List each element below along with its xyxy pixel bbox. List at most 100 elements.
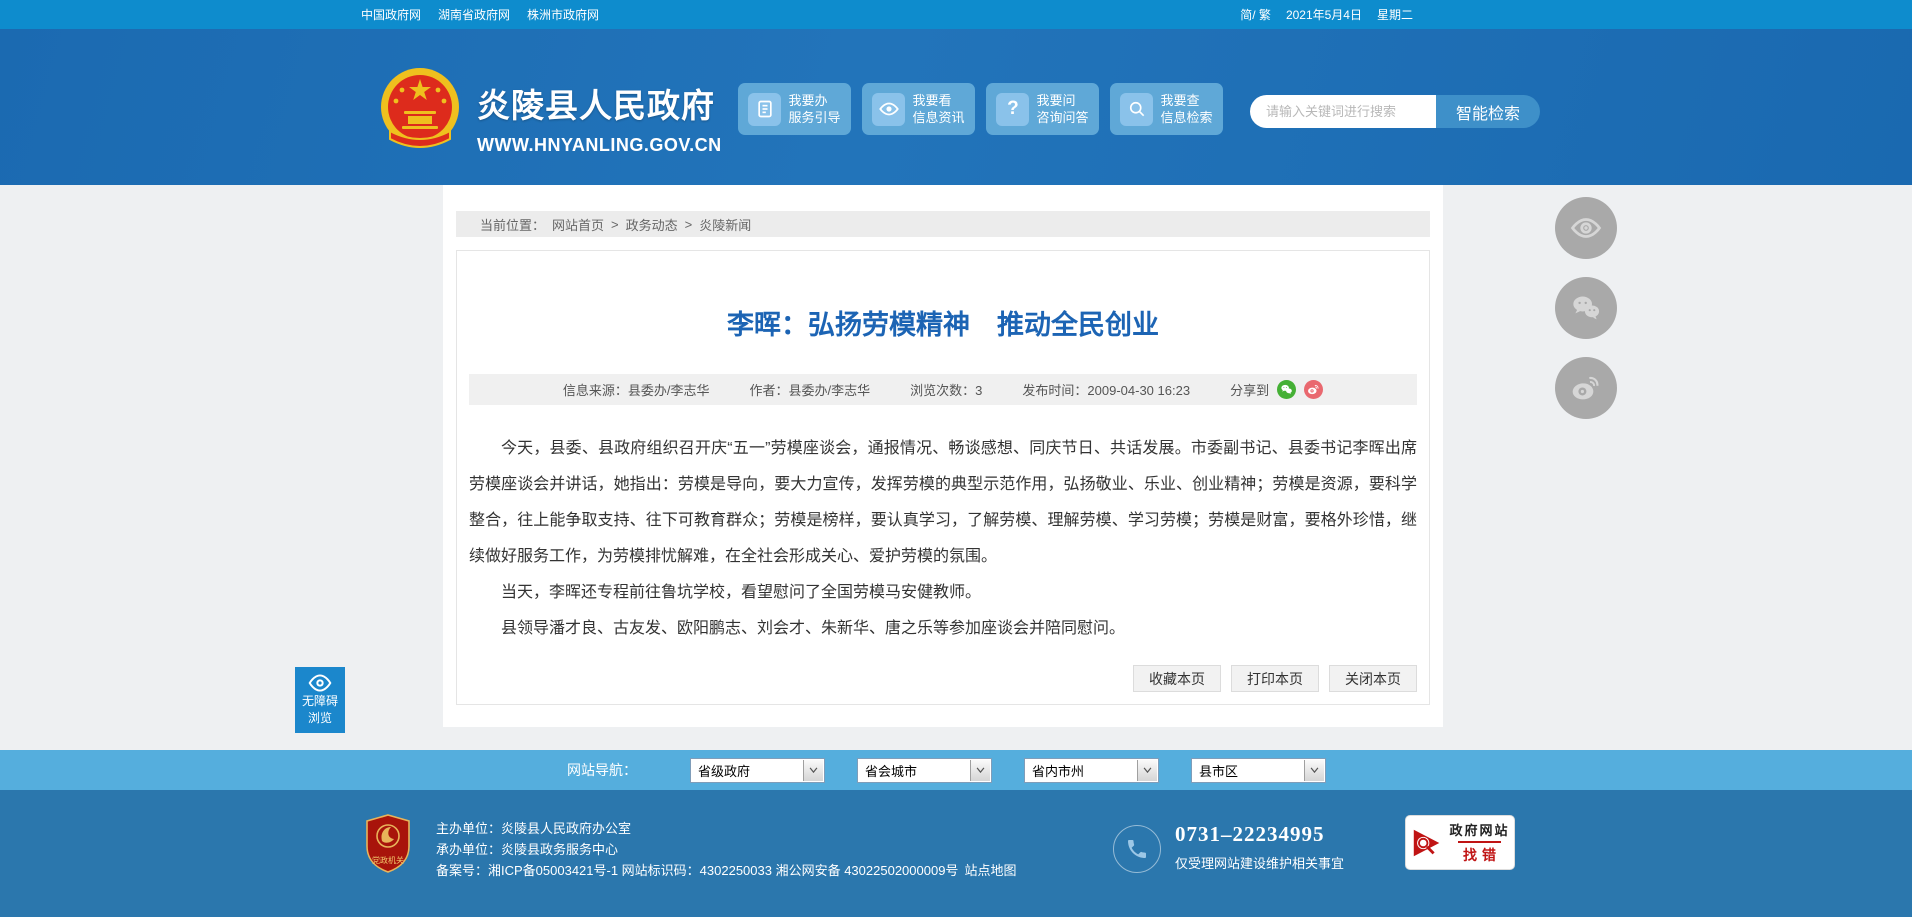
party-gov-badge-icon[interactable]: 党政机关	[365, 814, 411, 874]
current-date: 2021年5月4日	[1285, 8, 1362, 22]
footer-icp: 备案号：湘ICP备05003421号-1 网站标识码：4302250033 湘公…	[436, 863, 959, 878]
footer-icp-line: 备案号：湘ICP备05003421号-1 网站标识码：4302250033 湘公…	[436, 860, 1016, 881]
side-float-buttons	[1555, 197, 1617, 419]
phone-icon	[1113, 825, 1161, 873]
search-icon	[1120, 92, 1154, 126]
meta-source: 信息来源：县委办/李志华	[562, 383, 710, 398]
service-label: 我要办 服务引导	[788, 93, 841, 125]
error-badge-line1: 政府网站	[1449, 823, 1510, 838]
article-title: 李晖：弘扬劳模精神 推动全民创业	[727, 310, 1159, 340]
meta-pubtime: 发布时间：2009-04-30 16:23	[1022, 383, 1191, 398]
link-china-gov[interactable]: 中国政府网	[361, 6, 421, 23]
eye-icon	[872, 92, 906, 126]
meta-author: 作者：县委办/李志华	[749, 383, 871, 398]
service-label: 我要问 咨询问答	[1036, 93, 1089, 125]
select-county-districts[interactable]: 县市区	[1191, 757, 1326, 783]
footer-organizer: 承办单位：炎陵县政务服务中心	[436, 842, 619, 857]
accessibility-eye-float-button[interactable]	[1555, 197, 1617, 259]
national-emblem-icon	[381, 68, 459, 148]
share-label: 分享到	[1230, 383, 1270, 398]
main-area: 当前位置： 网站首页 > 政务动态 > 炎陵新闻 李晖：弘扬劳模精神 推动全民创…	[0, 185, 1912, 750]
footer-phone-block: 0731–22234995 仅受理网站建设维护相关事宜	[1113, 822, 1344, 873]
breadcrumb-home[interactable]: 网站首页	[552, 215, 604, 234]
question-icon: ?	[996, 92, 1030, 126]
document-icon	[748, 92, 782, 126]
select-value: 县市区	[1199, 763, 1239, 779]
paragraph: 当天，李晖还专程前往鲁坑学校，看望慰问了全国劳模马安健教师。	[501, 584, 982, 601]
search-bar: 智能检索	[1250, 95, 1540, 128]
breadcrumb-separator: >	[684, 216, 693, 232]
smart-search-button[interactable]: 智能检索	[1436, 95, 1540, 128]
wechat-icon	[1573, 296, 1600, 320]
wechat-float-button[interactable]	[1555, 277, 1617, 339]
breadcrumb-news[interactable]: 炎陵新闻	[699, 215, 751, 234]
phone-note: 仅受理网站建设维护相关事宜	[1175, 856, 1345, 871]
footer-nav: 网站导航： 省级政府 省会城市 省内市州 县市区	[0, 750, 1912, 790]
chevron-down-icon	[970, 759, 990, 781]
footer-lines: 主办单位：炎陵县人民政府办公室 承办单位：炎陵县政务服务中心 备案号：湘ICP备…	[436, 814, 1016, 881]
site-logo[interactable]: 炎陵县人民政府 WWW.HNYANLING.GOV.CN	[375, 65, 722, 157]
service-button-kan[interactable]: 我要看 信息资讯	[862, 83, 975, 135]
link-hunan-gov[interactable]: 湖南省政府网	[438, 6, 510, 23]
chevron-down-icon	[803, 759, 823, 781]
service-button-banshi[interactable]: 我要办 服务引导	[738, 83, 851, 135]
service-button-wen[interactable]: ? 我要问 咨询问答	[986, 83, 1099, 135]
sitemap-link[interactable]: 站点地图	[964, 863, 1016, 878]
select-capital-cities[interactable]: 省会城市	[857, 757, 992, 783]
paragraph: 县领导潘才良、古友发、欧阳鹏志、刘会才、朱新华、唐之乐等参加座谈会并陪同慰问。	[501, 620, 1126, 637]
lang-toggle[interactable]: 简/ 繁	[1240, 6, 1271, 23]
badge-label: 党政机关	[372, 855, 404, 865]
wechat-share-icon[interactable]	[1277, 380, 1297, 399]
select-provincial-gov[interactable]: 省级政府	[690, 757, 825, 783]
topbar-right: 简/ 繁 2021年5月4日 星期二	[1240, 6, 1413, 23]
weibo-icon	[1572, 376, 1599, 400]
article-meta-bar: 信息来源：县委办/李志华 作者：县委办/李志华 浏览次数：3 发布时间：2009…	[469, 374, 1417, 405]
print-page-button[interactable]: 打印本页	[1231, 665, 1319, 692]
article-body: 今天，县委、县政府组织召开庆“五一”劳模座谈会，通报情况、畅谈感想、同庆节日、共…	[469, 431, 1417, 647]
bookmark-page-button[interactable]: 收藏本页	[1133, 665, 1221, 692]
breadcrumb-label: 当前位置：	[480, 217, 546, 233]
meta-views: 浏览次数：3	[910, 383, 983, 398]
breadcrumb-separator: >	[611, 216, 619, 232]
chevron-down-icon	[1137, 759, 1157, 781]
current-weekday: 星期二	[1376, 8, 1413, 22]
phone-number: 0731–22234995	[1175, 822, 1325, 846]
select-value: 省级政府	[698, 763, 751, 779]
weibo-float-button[interactable]	[1555, 357, 1617, 419]
service-label: 我要看 信息资讯	[912, 93, 965, 125]
accessibility-label-line1: 无障碍	[301, 694, 338, 708]
chevron-down-icon	[1304, 759, 1324, 781]
phone-texts: 0731–22234995 仅受理网站建设维护相关事宜	[1175, 822, 1344, 873]
gov-site-links: 中国政府网 湖南省政府网 株洲市政府网	[361, 6, 599, 23]
paragraph: 今天，县委、县政府组织召开庆“五一”劳模座谈会，通报情况、畅谈感想、同庆节日、共…	[469, 440, 1417, 565]
error-report-logo-icon	[1414, 829, 1440, 856]
link-zhuzhou-gov[interactable]: 株洲市政府网	[527, 6, 599, 23]
breadcrumb: 当前位置： 网站首页 > 政务动态 > 炎陵新闻	[456, 211, 1430, 237]
topbar: 中国政府网 湖南省政府网 株洲市政府网 简/ 繁 2021年5月4日 星期二	[0, 0, 1912, 29]
service-buttons: 我要办 服务引导 我要看 信息资讯 ? 我要问 咨询问答 我要查 信息检索	[738, 83, 1223, 135]
error-badge-texts: 政府网站 找错	[1449, 820, 1509, 865]
footer-info: 党政机关 主办单位：炎陵县人民政府办公室 承办单位：炎陵县政务服务中心 备案号：…	[365, 814, 1016, 881]
site-name: 炎陵县人民政府	[477, 87, 715, 124]
accessibility-browse-button[interactable]: 无障碍 浏览	[295, 667, 345, 733]
select-province-cities[interactable]: 省内市州	[1024, 757, 1159, 783]
search-input[interactable]	[1250, 95, 1436, 128]
weibo-share-icon[interactable]	[1304, 380, 1324, 399]
page-actions: 收藏本页 打印本页 关闭本页	[469, 665, 1417, 692]
accessibility-label-line2: 浏览	[307, 711, 332, 725]
gov-site-error-report-badge[interactable]: 政府网站 找错	[1405, 815, 1515, 870]
service-button-cha[interactable]: 我要查 信息检索	[1110, 83, 1223, 135]
article: 李晖：弘扬劳模精神 推动全民创业 信息来源：县委办/李志华 作者：县委办/李志华…	[456, 250, 1430, 705]
eye-icon	[1570, 218, 1602, 238]
content-panel: 当前位置： 网站首页 > 政务动态 > 炎陵新闻 李晖：弘扬劳模精神 推动全民创…	[443, 185, 1443, 727]
breadcrumb-zhengwu[interactable]: 政务动态	[626, 215, 678, 234]
error-badge-line2: 找错	[1457, 841, 1501, 865]
select-value: 省会城市	[865, 763, 918, 779]
site-header: 炎陵县人民政府 WWW.HNYANLING.GOV.CN 我要办 服务引导 我要看…	[0, 29, 1912, 185]
footer-nav-label: 网站导航：	[567, 762, 637, 778]
close-page-button[interactable]: 关闭本页	[1329, 665, 1417, 692]
site-title-block: 炎陵县人民政府 WWW.HNYANLING.GOV.CN	[477, 65, 722, 157]
eye-icon	[308, 674, 332, 692]
service-label: 我要查 信息检索	[1160, 93, 1213, 125]
site-footer: 党政机关 主办单位：炎陵县人民政府办公室 承办单位：炎陵县政务服务中心 备案号：…	[0, 790, 1912, 917]
